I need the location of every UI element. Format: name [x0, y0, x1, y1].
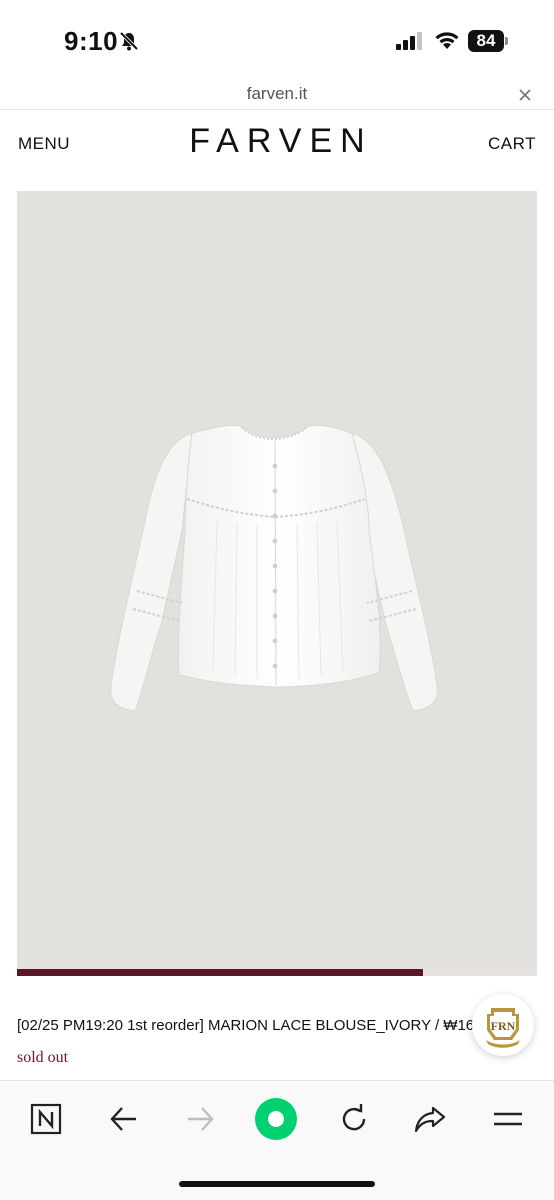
site-header: MENU FARVEN CART: [0, 112, 554, 182]
cart-button[interactable]: CART: [488, 134, 536, 154]
farven-seal-icon: FRN: [486, 1008, 520, 1048]
forward-arrow-icon[interactable]: [178, 1097, 222, 1141]
floating-badge-button[interactable]: FRN: [472, 994, 534, 1056]
battery-icon: 84: [468, 30, 508, 52]
battery-level: 84: [476, 31, 496, 50]
product-title[interactable]: [02/25 PM19:20 1st reorder] MARION LACE …: [17, 1017, 473, 1034]
battery-cap: [505, 37, 508, 45]
sold-out-label: sold out: [17, 1049, 69, 1066]
brand-logo[interactable]: FARVEN: [0, 122, 554, 161]
carousel-progress: [17, 969, 537, 976]
cellular-signal-icon: [396, 32, 424, 55]
green-dot-icon[interactable]: [254, 1097, 298, 1141]
hamburger-menu-icon[interactable]: [486, 1097, 530, 1141]
status-time: 9:10: [64, 26, 119, 56]
svg-text:FRN: FRN: [491, 1019, 516, 1033]
close-icon[interactable]: [516, 86, 534, 104]
home-indicator: [179, 1181, 375, 1187]
blouse-illustration: [110, 424, 438, 712]
status-bar: 9:10 84: [0, 0, 554, 80]
url-text[interactable]: farven.it: [0, 84, 554, 104]
carousel-progress-fill: [17, 969, 423, 976]
bell-slash-icon: [118, 30, 140, 52]
reload-icon[interactable]: [332, 1097, 376, 1141]
back-arrow-icon[interactable]: [102, 1097, 146, 1141]
wifi-icon: [434, 30, 460, 55]
naver-home-icon[interactable]: [24, 1097, 68, 1141]
url-bar[interactable]: farven.it: [0, 80, 554, 110]
share-icon[interactable]: [408, 1097, 452, 1141]
product-image[interactable]: [17, 191, 537, 969]
